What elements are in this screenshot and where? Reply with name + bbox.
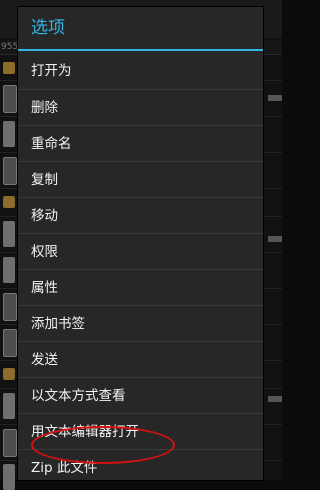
list-item-marker (268, 236, 282, 242)
file-icon (3, 221, 15, 247)
file-icon (3, 429, 17, 457)
menu-item-open-with-text-editor[interactable]: 用文本编辑器打开 (18, 414, 263, 450)
folder-icon (3, 62, 15, 74)
file-icon (3, 157, 17, 185)
menu-item-copy[interactable]: 复制 (18, 162, 263, 198)
menu-item-open-as[interactable]: 打开为 (18, 51, 263, 90)
options-dialog: 选项 打开为 删除 重命名 复制 移动 权限 属性 添加书签 发送 以文本方式查… (18, 7, 263, 480)
options-menu: 打开为 删除 重命名 复制 移动 权限 属性 添加书签 发送 以文本方式查看 用… (18, 51, 263, 480)
file-icon (3, 329, 17, 357)
menu-item-permissions[interactable]: 权限 (18, 234, 263, 270)
menu-item-delete[interactable]: 删除 (18, 90, 263, 126)
menu-item-view-as-text[interactable]: 以文本方式查看 (18, 378, 263, 414)
menu-item-add-bookmark[interactable]: 添加书签 (18, 306, 263, 342)
menu-item-properties[interactable]: 属性 (18, 270, 263, 306)
menu-item-zip-file[interactable]: Zip 此文件 (18, 450, 263, 480)
path-text: 955 (1, 42, 19, 52)
file-icon (3, 464, 15, 490)
file-icon (3, 293, 17, 321)
folder-icon (3, 196, 15, 208)
file-icon (3, 393, 15, 419)
list-item-marker (268, 396, 282, 402)
database-icon (3, 85, 17, 113)
file-icon (3, 257, 15, 283)
folder-icon (3, 368, 15, 380)
menu-item-send[interactable]: 发送 (18, 342, 263, 378)
menu-item-move[interactable]: 移动 (18, 198, 263, 234)
dialog-title: 选项 (31, 18, 65, 38)
list-item-marker (268, 95, 282, 101)
file-icon (3, 121, 15, 147)
menu-item-rename[interactable]: 重命名 (18, 126, 263, 162)
